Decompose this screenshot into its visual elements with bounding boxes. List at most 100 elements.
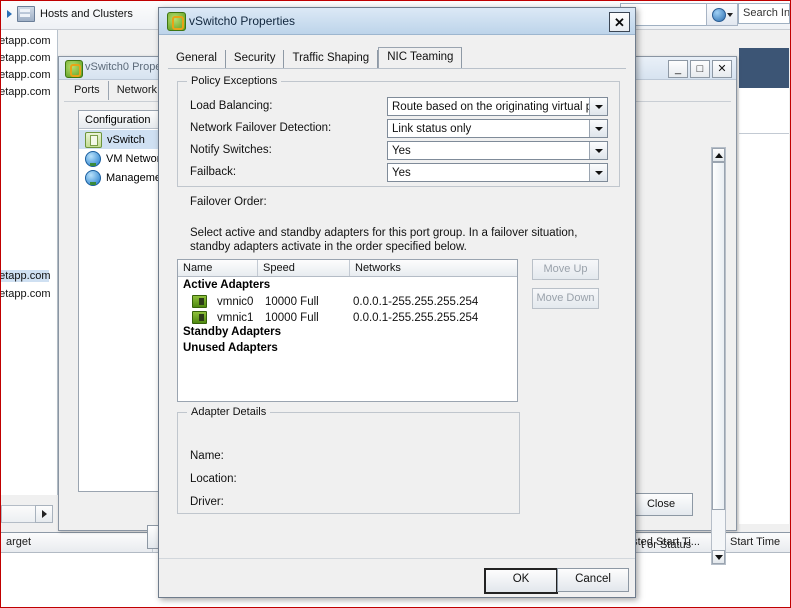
close-window-button[interactable]: Close: [629, 493, 693, 516]
vswitch-properties-dialog[interactable]: vSwitch0 Properties ✕ General Security T…: [158, 7, 636, 598]
group-unused-adapters: Unused Adapters: [183, 342, 278, 354]
adapter-detail-location-label: Location:: [190, 473, 237, 485]
inventory-item[interactable]: netapp.com: [1, 288, 50, 300]
adapter-row[interactable]: vmnic0 10000 Full 0.0.0.1-255.255.255.25…: [178, 294, 517, 309]
adapter-details-caption: Adapter Details: [187, 406, 271, 418]
inventory-item[interactable]: netapp.com: [1, 86, 50, 98]
triangle-right-icon: [7, 10, 12, 18]
chevron-down-icon: [726, 12, 733, 17]
inventory-item[interactable]: netapp.com: [1, 69, 50, 81]
hosts-and-clusters-icon: [17, 6, 35, 22]
chevron-down-icon[interactable]: [589, 98, 607, 115]
load-balancing-label: Load Balancing:: [190, 100, 273, 112]
cancel-button[interactable]: Cancel: [557, 568, 629, 592]
adapter-detail-driver-label: Driver:: [190, 496, 224, 508]
vswitch-properties-icon: [65, 60, 83, 78]
right-blue-panel: [739, 48, 789, 88]
policy-exceptions-caption: Policy Exceptions: [187, 75, 282, 87]
network-icon: [85, 169, 101, 186]
nic-adapter-icon: [192, 311, 207, 324]
network-failover-detection-value: Link status only: [392, 122, 472, 135]
config-item-label: vSwitch: [107, 133, 145, 146]
adapter-speed: 10000 Full: [265, 311, 319, 324]
notify-switches-label: Notify Switches:: [190, 144, 272, 156]
breadcrumb[interactable]: Hosts and Clusters: [7, 4, 133, 24]
dialog-footer: OK Cancel: [159, 558, 635, 597]
dialog-close-button[interactable]: ✕: [609, 12, 630, 32]
failover-order-heading: Failover Order:: [190, 196, 267, 208]
adapter-networks: 0.0.0.1-255.255.255.254: [353, 295, 479, 308]
right-white-panel: [739, 88, 789, 134]
adapter-list-header: Name Speed Networks: [178, 260, 517, 277]
tab-security[interactable]: Security: [226, 50, 285, 68]
network-failover-detection-combobox[interactable]: Link status only: [387, 119, 608, 138]
column-header-speed[interactable]: Speed: [258, 260, 350, 276]
move-up-button[interactable]: Move Up: [532, 259, 599, 280]
nic-teaming-panel: Policy Exceptions Load Balancing: Route …: [168, 69, 626, 556]
adapter-name: vmnic0: [217, 295, 254, 308]
config-item-label: VM Network: [106, 152, 166, 165]
triangle-down-icon: [714, 554, 723, 560]
failback-label: Failback:: [190, 166, 237, 178]
inventory-panel[interactable]: netapp.com netapp.com netapp.com netapp.…: [1, 30, 58, 495]
vswitch-properties-icon: [167, 12, 186, 31]
column-header-name[interactable]: Name: [178, 260, 258, 276]
tasks-column-header[interactable]: arget: [1, 533, 153, 552]
status-fragment-text: t or Status: [641, 539, 692, 551]
chevron-down-icon[interactable]: [589, 120, 607, 137]
tab-nic-teaming[interactable]: NIC Teaming: [378, 47, 463, 69]
dialog-titlebar[interactable]: vSwitch0 Properties ✕: [159, 8, 635, 35]
chevron-down-icon[interactable]: [589, 142, 607, 159]
chevron-down-icon[interactable]: [589, 164, 607, 181]
failover-description: Select active and standby adapters for t…: [190, 227, 578, 253]
vswitch-icon: [85, 131, 102, 148]
right-white-panel-lower: [739, 134, 789, 524]
scroll-right-button[interactable]: [35, 505, 53, 523]
close-button[interactable]: ✕: [712, 60, 732, 78]
adapter-row[interactable]: vmnic1 10000 Full 0.0.0.1-255.255.255.25…: [178, 310, 517, 325]
notify-switches-value: Yes: [392, 144, 411, 157]
scroll-down-button[interactable]: [712, 550, 725, 564]
tasks-column-header[interactable]: Start Time: [725, 533, 790, 552]
scrollbar-thumb[interactable]: [712, 162, 725, 510]
screenshot-root: Hosts and Clusters Search In netapp.com …: [0, 0, 791, 608]
tab-ports[interactable]: Ports: [66, 81, 109, 100]
network-failover-detection-label: Network Failover Detection:: [190, 122, 332, 134]
load-balancing-combobox[interactable]: Route based on the originating virtual p…: [387, 97, 608, 116]
nic-adapter-icon: [192, 295, 207, 308]
failover-adapter-list[interactable]: Name Speed Networks Active Adapters vmni…: [177, 259, 518, 402]
adapter-name: vmnic1: [217, 311, 254, 324]
ok-button[interactable]: OK: [484, 568, 558, 594]
breadcrumb-label: Hosts and Clusters: [40, 8, 133, 20]
triangle-up-icon: [714, 152, 723, 158]
network-icon: [85, 150, 101, 167]
load-balancing-value: Route based on the originating virtual p…: [392, 100, 589, 113]
search-globe-icon: [711, 7, 726, 22]
move-down-button[interactable]: Move Down: [532, 288, 599, 309]
inventory-item[interactable]: netapp.com: [1, 52, 50, 64]
search-in-label[interactable]: Search In: [738, 3, 790, 24]
minimize-button[interactable]: _: [668, 60, 688, 78]
scroll-up-button[interactable]: [712, 148, 725, 162]
search-scope-button[interactable]: [706, 3, 738, 26]
dialog-tabs: General Security Traffic Shaping NIC Tea…: [168, 46, 463, 69]
tab-traffic-shaping[interactable]: Traffic Shaping: [284, 50, 379, 68]
background-window-scrollbar[interactable]: [711, 147, 726, 565]
adapter-speed: 10000 Full: [265, 295, 319, 308]
group-active-adapters: Active Adapters: [183, 279, 271, 291]
adapter-details-group: Adapter Details: [177, 406, 520, 514]
failback-value: Yes: [392, 166, 411, 179]
adapter-networks: 0.0.0.1-255.255.255.254: [353, 311, 479, 324]
notify-switches-combobox[interactable]: Yes: [387, 141, 608, 160]
group-standby-adapters: Standby Adapters: [183, 326, 281, 338]
tab-general[interactable]: General: [168, 50, 226, 68]
failback-combobox[interactable]: Yes: [387, 163, 608, 182]
inventory-item[interactable]: netapp.com: [1, 270, 50, 282]
column-header-networks[interactable]: Networks: [350, 260, 517, 276]
maximize-button[interactable]: □: [690, 60, 710, 78]
dialog-title: vSwitch0 Properties: [189, 14, 296, 28]
window-button-group: _ □ ✕: [668, 60, 732, 78]
adapter-detail-name-label: Name:: [190, 450, 224, 462]
triangle-right-icon: [41, 510, 47, 518]
inventory-item[interactable]: netapp.com: [1, 35, 50, 47]
